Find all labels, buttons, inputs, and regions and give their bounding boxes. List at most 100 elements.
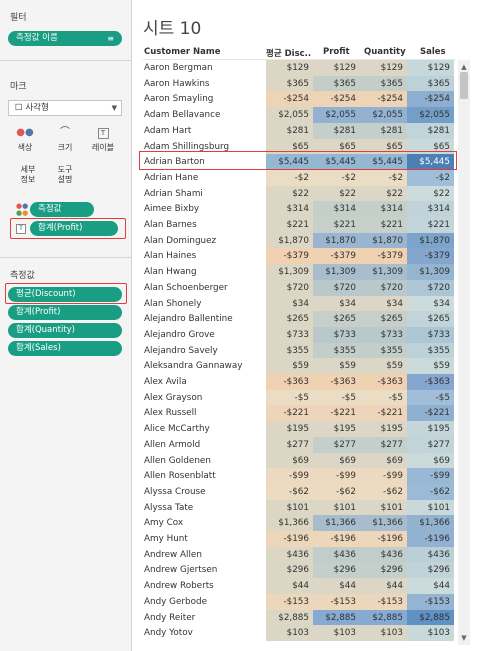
row-customer-name[interactable]: Alan Dominguez: [144, 233, 216, 249]
row-customer-name[interactable]: Adrian Hane: [144, 170, 198, 186]
cell-sales[interactable]: $34: [407, 295, 454, 312]
row-customer-name[interactable]: Andrew Roberts: [144, 578, 214, 594]
cell-quantity[interactable]: $296: [360, 562, 407, 579]
cell-profit[interactable]: $314: [313, 201, 360, 218]
cell-quantity[interactable]: $733: [360, 326, 407, 343]
cell-avg-discount[interactable]: -$363: [266, 374, 313, 390]
row-customer-name[interactable]: Aaron Hawkins: [144, 76, 209, 92]
row-customer-name[interactable]: Alan Schoenberger: [144, 280, 228, 296]
cell-avg-discount[interactable]: $314: [266, 201, 313, 218]
cell-profit[interactable]: $1,366: [313, 515, 360, 532]
cell-sales[interactable]: $720: [407, 279, 454, 296]
cell-avg-discount[interactable]: -$99: [266, 468, 313, 485]
header-quantity[interactable]: Quantity: [364, 47, 406, 57]
row-customer-name[interactable]: Adam Hart: [144, 123, 191, 139]
cell-sales[interactable]: -$99: [407, 468, 454, 485]
cell-quantity[interactable]: -$62: [360, 483, 407, 500]
cell-avg-discount[interactable]: $103: [266, 625, 313, 642]
cell-profit[interactable]: $296: [313, 562, 360, 579]
row-customer-name[interactable]: Andy Yotov: [144, 625, 193, 641]
cell-quantity[interactable]: $314: [360, 201, 407, 218]
cell-avg-discount[interactable]: $365: [266, 75, 313, 92]
row-customer-name[interactable]: Alyssa Crouse: [144, 484, 206, 500]
cell-quantity[interactable]: $221: [360, 217, 407, 233]
row-customer-name[interactable]: Alan Shonely: [144, 296, 201, 312]
cell-quantity[interactable]: -$196: [360, 531, 407, 547]
cell-sales[interactable]: -$254: [407, 91, 454, 108]
row-customer-name[interactable]: Alex Avila: [144, 374, 187, 390]
cell-avg-discount[interactable]: $101: [266, 499, 313, 516]
row-customer-name[interactable]: Amy Hunt: [144, 531, 188, 547]
measure-pill-quantity[interactable]: 합계(Quantity): [8, 323, 122, 338]
cell-sales[interactable]: -$5: [407, 389, 454, 406]
cell-sales[interactable]: $281: [407, 122, 454, 139]
cell-quantity[interactable]: $44: [360, 578, 407, 595]
row-customer-name[interactable]: Alice McCarthy: [144, 421, 210, 437]
filter-pill-measure-names[interactable]: 측정값 이름 ≡: [8, 31, 122, 46]
cell-quantity[interactable]: $1,870: [360, 232, 407, 249]
cell-profit[interactable]: $355: [313, 342, 360, 359]
cell-profit[interactable]: $436: [313, 546, 360, 563]
cell-avg-discount[interactable]: $129: [266, 60, 313, 76]
cell-profit[interactable]: -$5: [313, 389, 360, 406]
cell-avg-discount[interactable]: $1,366: [266, 515, 313, 532]
cell-avg-discount[interactable]: $2,885: [266, 609, 313, 626]
cell-sales[interactable]: $314: [407, 201, 454, 218]
cell-avg-discount[interactable]: -$379: [266, 248, 313, 265]
scroll-up-icon[interactable]: ▲: [459, 62, 469, 72]
header-sales[interactable]: Sales: [420, 47, 446, 57]
header-avg-discount[interactable]: 평균 Disc..: [266, 47, 311, 59]
cell-profit[interactable]: $365: [313, 75, 360, 92]
cell-avg-discount[interactable]: $195: [266, 421, 313, 438]
cell-profit[interactable]: -$254: [313, 91, 360, 108]
cell-quantity[interactable]: $129: [360, 60, 407, 76]
cell-quantity[interactable]: -$254: [360, 91, 407, 108]
cell-sales[interactable]: $1,309: [407, 264, 454, 281]
row-customer-name[interactable]: Aaron Smayling: [144, 91, 213, 107]
row-customer-name[interactable]: Adrian Shami: [144, 186, 203, 202]
cell-avg-discount[interactable]: $2,055: [266, 107, 313, 124]
measure-pill-profit[interactable]: 합계(Profit): [8, 305, 122, 320]
cell-sales[interactable]: $69: [407, 452, 454, 469]
row-customer-name[interactable]: Alan Haines: [144, 248, 196, 264]
cell-profit[interactable]: $34: [313, 295, 360, 312]
cell-avg-discount[interactable]: $44: [266, 578, 313, 595]
cell-quantity[interactable]: $277: [360, 436, 407, 453]
cell-sales[interactable]: -$2: [407, 169, 454, 186]
cell-avg-discount[interactable]: $355: [266, 342, 313, 359]
row-customer-name[interactable]: Aimee Bixby: [144, 201, 199, 217]
row-customer-name[interactable]: Andy Gerbode: [144, 594, 207, 610]
cell-quantity[interactable]: $195: [360, 421, 407, 438]
row-customer-name[interactable]: Allen Goldenen: [144, 453, 211, 469]
label-button[interactable]: T 레이블: [88, 124, 118, 156]
cell-profit[interactable]: $22: [313, 185, 360, 202]
cell-profit[interactable]: $2,055: [313, 107, 360, 124]
cell-avg-discount[interactable]: $1,309: [266, 264, 313, 281]
cell-sales[interactable]: -$153: [407, 593, 454, 610]
cell-profit[interactable]: -$2: [313, 169, 360, 186]
color-button[interactable]: ●● 색상: [10, 124, 40, 156]
cell-sales[interactable]: -$196: [407, 531, 454, 547]
cell-quantity[interactable]: $2,885: [360, 609, 407, 626]
cell-avg-discount[interactable]: $281: [266, 122, 313, 139]
cell-profit[interactable]: -$379: [313, 248, 360, 265]
marks-pill-measure-values[interactable]: 측정값: [30, 202, 94, 217]
cell-sales[interactable]: $101: [407, 499, 454, 516]
cell-quantity[interactable]: $69: [360, 452, 407, 469]
row-customer-name[interactable]: Aleksandra Gannaway: [144, 358, 242, 374]
cell-sales[interactable]: $195: [407, 421, 454, 438]
cell-quantity[interactable]: -$153: [360, 593, 407, 610]
cell-profit[interactable]: $59: [313, 358, 360, 375]
cell-avg-discount[interactable]: -$153: [266, 593, 313, 610]
measure-pill-sales[interactable]: 합계(Sales): [8, 341, 122, 356]
cell-sales[interactable]: $2,885: [407, 609, 454, 626]
cell-avg-discount[interactable]: $277: [266, 436, 313, 453]
cell-profit[interactable]: $101: [313, 499, 360, 516]
cell-profit[interactable]: $44: [313, 578, 360, 595]
cell-quantity[interactable]: $355: [360, 342, 407, 359]
cell-quantity[interactable]: $22: [360, 185, 407, 202]
cell-avg-discount[interactable]: $34: [266, 295, 313, 312]
size-button[interactable]: ⌒ 크기: [50, 124, 80, 156]
cell-quantity[interactable]: -$379: [360, 248, 407, 265]
cell-profit[interactable]: $1,309: [313, 264, 360, 281]
